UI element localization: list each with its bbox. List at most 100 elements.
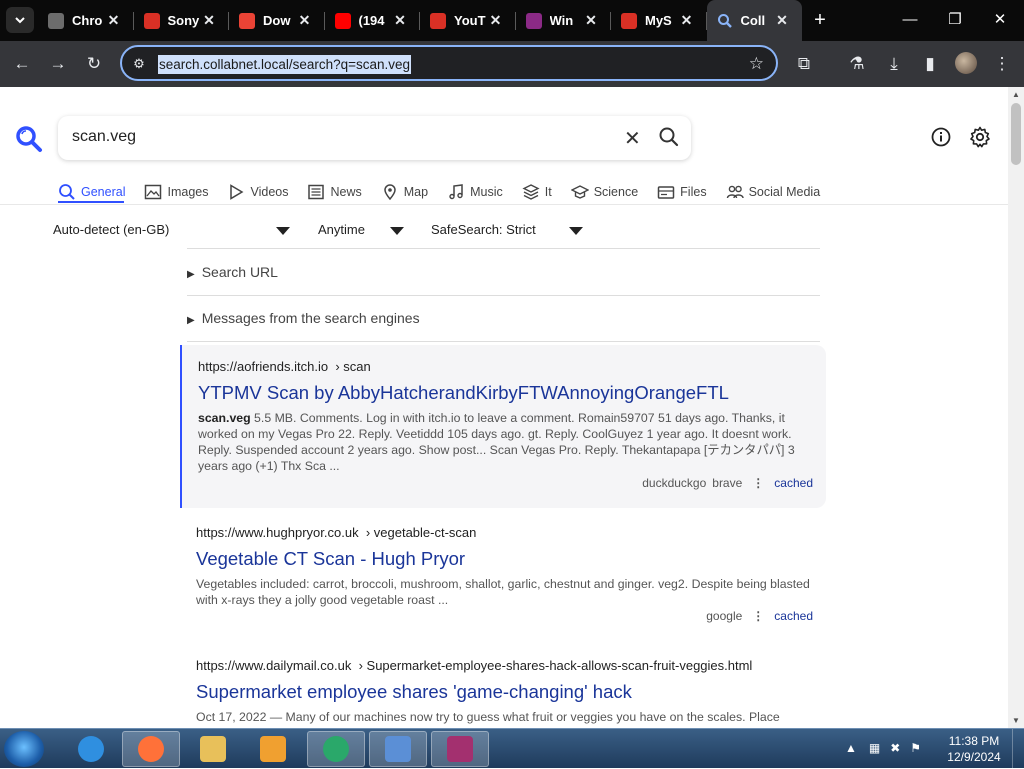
settings-gear-icon[interactable] [968, 125, 992, 149]
browser-tab[interactable]: (194 ✕ [325, 0, 420, 41]
taskbar-app[interactable] [122, 731, 180, 767]
browser-tab[interactable]: YouT ✕ [420, 0, 516, 41]
category-label: Social Media [748, 185, 821, 199]
back-button[interactable]: ← [10, 52, 34, 76]
safesearch-select[interactable]: SafeSearch: Strict [431, 222, 583, 240]
category-tabs: General Images Videos News Map Music It Science… [58, 179, 839, 205]
tab-close-icon[interactable]: ✕ [106, 12, 122, 28]
category-tab[interactable]: Videos [227, 179, 288, 205]
gmail-icon [239, 12, 255, 29]
clear-icon[interactable]: ✕ [624, 126, 641, 151]
extensions-icon[interactable]: ⧉ [792, 52, 816, 76]
result-title-link[interactable]: YTPMV Scan by AbbyHatcherandKirbyFTWAnno… [198, 382, 729, 404]
chrome-menu-icon[interactable]: ⋮ [990, 52, 1014, 76]
downloads-icon[interactable]: ⤓ [882, 52, 906, 76]
language-value: Auto-detect (en-GB) [53, 222, 170, 237]
browser-tab[interactable]: Dow ✕ [229, 0, 325, 41]
caret-down-icon [276, 227, 290, 235]
category-label: Files [680, 185, 707, 199]
result-url[interactable]: https://aofriends.itch.io › scan [198, 359, 371, 374]
chrome-web-store-icon [48, 12, 64, 29]
browser-tab[interactable]: Coll ✕ [706, 0, 802, 41]
forward-button[interactable]: → [46, 52, 70, 76]
firefox-icon [138, 736, 164, 762]
category-label: Map [403, 185, 429, 199]
clock[interactable]: 11:38 PM 12/9/2024 [944, 733, 1004, 765]
taskbar-app[interactable] [431, 731, 489, 767]
newspaper-icon [307, 183, 325, 201]
page-scrollbar[interactable]: ▲ ▼ [1008, 87, 1024, 728]
result-meta: google ⋮ cached [706, 609, 813, 623]
category-tab[interactable]: It [522, 179, 552, 205]
scrollbar-thumb[interactable] [1011, 103, 1021, 165]
address-bar[interactable]: ⚙ search.collabnet.local/search?q=scan.v… [120, 45, 778, 81]
category-label: Videos [250, 185, 289, 199]
layers-icon [522, 183, 540, 201]
profile-avatar[interactable] [955, 52, 977, 74]
tab-close-icon[interactable]: ✕ [297, 12, 313, 28]
result-url[interactable]: https://www.dailymail.co.uk › Supermarke… [196, 658, 752, 673]
tab-close-icon[interactable]: ✕ [488, 12, 504, 28]
scroll-up-icon[interactable]: ▲ [1012, 90, 1020, 99]
tab-close-icon[interactable]: ✕ [583, 12, 599, 28]
triangle-right-icon: ▶ [187, 315, 195, 326]
tab-close-icon[interactable]: ✕ [774, 12, 790, 28]
close-window-button[interactable]: ✕ [988, 8, 1012, 32]
category-tab[interactable]: Music [447, 179, 503, 205]
category-tab[interactable]: Science [570, 179, 638, 205]
searxng-logo-icon[interactable] [14, 124, 44, 154]
search-icon[interactable] [658, 126, 680, 148]
start-button[interactable] [4, 731, 44, 767]
volume-muted-icon[interactable]: ✖ [890, 741, 900, 755]
category-tab[interactable]: Social Media [726, 179, 821, 205]
restore-button[interactable]: ❐ [943, 8, 967, 32]
url-text[interactable]: search.collabnet.local/search?q=scan.veg [158, 55, 412, 74]
scroll-down-icon[interactable]: ▼ [1012, 716, 1020, 725]
action-center-flag-icon[interactable]: ⚑ [910, 741, 921, 755]
browser-tab[interactable]: Win ✕ [516, 0, 611, 41]
browser-tab[interactable]: MyS ✕ [611, 0, 707, 41]
search-url-toggle[interactable]: ▶ Search URL [187, 264, 278, 280]
cached-link[interactable]: cached [774, 609, 813, 623]
category-tab[interactable]: Files [657, 179, 707, 205]
browser-tab[interactable]: Chro ✕ [38, 0, 134, 41]
taskbar-app[interactable] [184, 731, 242, 767]
search-input[interactable]: scan.veg [72, 128, 136, 146]
taskbar-app[interactable] [369, 731, 427, 767]
category-tab[interactable]: News [307, 179, 362, 205]
show-hidden-icons-icon[interactable]: ▲ [845, 741, 857, 755]
tab-close-icon[interactable]: ✕ [392, 12, 408, 28]
search-result: https://aofriends.itch.io › scan YTPMV S… [180, 345, 826, 508]
labs-flask-icon[interactable]: ⚗ [845, 52, 869, 76]
info-icon[interactable] [929, 125, 953, 149]
bookmark-star-icon[interactable]: ☆ [749, 53, 764, 75]
category-label: News [330, 185, 362, 199]
result-title-link[interactable]: Supermarket employee shares 'game-changi… [196, 681, 632, 703]
reload-button[interactable]: ↻ [82, 52, 106, 76]
browser-tab[interactable]: Sony ✕ [134, 0, 229, 41]
engine-messages-toggle[interactable]: ▶ Messages from the search engines [187, 310, 420, 326]
category-tab[interactable]: Images [144, 179, 208, 205]
snippet-highlight: scan.veg [198, 411, 251, 425]
tab-close-icon[interactable]: ✕ [201, 12, 217, 28]
network-icon[interactable]: ▦ [869, 741, 880, 755]
minimize-button[interactable]: — [898, 8, 922, 32]
search-box[interactable]: scan.veg ✕ [58, 116, 691, 160]
more-options-icon[interactable]: ⋮ [752, 476, 764, 490]
site-info-icon[interactable]: ⚙ [128, 53, 150, 75]
more-options-icon[interactable]: ⋮ [752, 609, 764, 623]
taskbar-app[interactable] [244, 731, 302, 767]
result-url[interactable]: https://www.hughpryor.co.uk › vegetable-… [196, 525, 476, 540]
result-title-link[interactable]: Vegetable CT Scan - Hugh Pryor [196, 548, 465, 570]
side-panel-icon[interactable]: ▮ [918, 52, 942, 76]
language-select[interactable]: Auto-detect (en-GB) [53, 222, 290, 240]
time-range-select[interactable]: Anytime [318, 222, 404, 240]
taskbar-app[interactable] [307, 731, 365, 767]
show-desktop-button[interactable] [1012, 729, 1024, 769]
new-tab-button[interactable]: + [809, 9, 831, 31]
cached-link[interactable]: cached [774, 476, 813, 490]
taskbar-app[interactable] [62, 731, 120, 767]
tab-close-icon[interactable]: ✕ [679, 12, 695, 28]
category-tab[interactable]: Map [381, 179, 428, 205]
tab-search-button[interactable] [6, 7, 34, 33]
